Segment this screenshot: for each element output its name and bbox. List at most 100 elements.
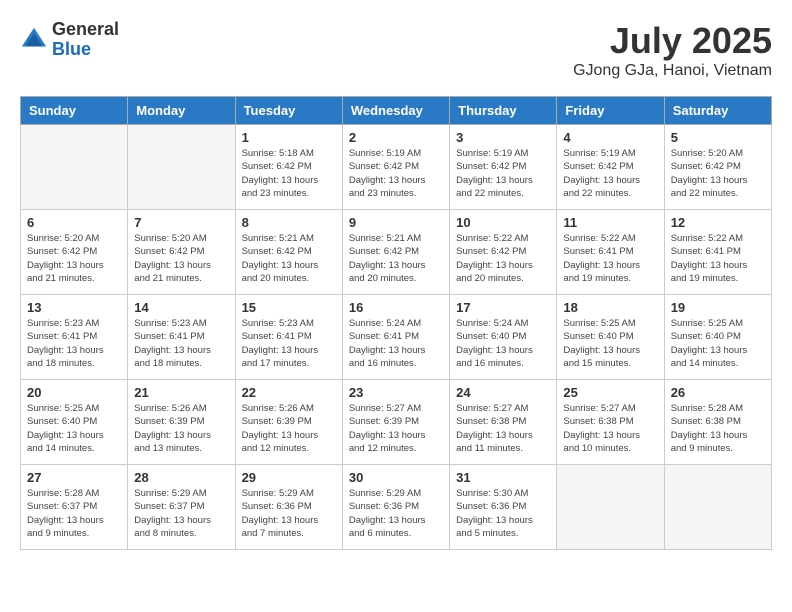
day-info: Sunrise: 5:26 AMSunset: 6:39 PMDaylight:… <box>242 402 336 455</box>
calendar-cell-2-1: 6 Sunrise: 5:20 AMSunset: 6:42 PMDaylight… <box>21 210 128 295</box>
page-header: General Blue July 2025 GJong GJa, Hanoi,… <box>20 20 772 80</box>
week-row-1: 1 Sunrise: 5:18 AMSunset: 6:42 PMDaylight… <box>21 125 772 210</box>
day-number: 3 <box>456 130 550 145</box>
day-number: 30 <box>349 470 443 485</box>
calendar-cell-3-6: 18 Sunrise: 5:25 AMSunset: 6:40 PMDayligh… <box>557 295 664 380</box>
day-info: Sunrise: 5:20 AMSunset: 6:42 PMDaylight:… <box>27 232 121 285</box>
day-number: 10 <box>456 215 550 230</box>
calendar-cell-5-7 <box>664 465 771 550</box>
day-number: 16 <box>349 300 443 315</box>
day-number: 29 <box>242 470 336 485</box>
title-area: July 2025 GJong GJa, Hanoi, Vietnam <box>573 20 772 80</box>
day-number: 1 <box>242 130 336 145</box>
day-info: Sunrise: 5:29 AMSunset: 6:37 PMDaylight:… <box>134 487 228 540</box>
calendar-cell-5-1: 27 Sunrise: 5:28 AMSunset: 6:37 PMDayligh… <box>21 465 128 550</box>
calendar-cell-4-7: 26 Sunrise: 5:28 AMSunset: 6:38 PMDayligh… <box>664 380 771 465</box>
day-info: Sunrise: 5:26 AMSunset: 6:39 PMDaylight:… <box>134 402 228 455</box>
day-number: 6 <box>27 215 121 230</box>
calendar-cell-4-3: 22Sunrise: 5:26 AMSunset: 6:39 PMDayligh… <box>235 380 342 465</box>
day-info: Sunrise: 5:22 AMSunset: 6:41 PMDaylight:… <box>563 232 657 285</box>
day-info: Sunrise: 5:19 AMSunset: 6:42 PMDaylight:… <box>456 147 550 200</box>
day-info: Sunrise: 5:29 AMSunset: 6:36 PMDaylight:… <box>242 487 336 540</box>
day-info: Sunrise: 5:20 AMSunset: 6:42 PMDaylight:… <box>134 232 228 285</box>
location: GJong GJa, Hanoi, Vietnam <box>573 62 772 80</box>
day-info: Sunrise: 5:30 AMSunset: 6:36 PMDaylight:… <box>456 487 550 540</box>
month-year: July 2025 <box>573 20 772 62</box>
day-info: Sunrise: 5:24 AMSunset: 6:40 PMDaylight:… <box>456 317 550 370</box>
day-number: 2 <box>349 130 443 145</box>
weekday-header-row: SundayMondayTuesdayWednesdayThursdayFrid… <box>21 97 772 125</box>
calendar-cell-5-4: 30 Sunrise: 5:29 AMSunset: 6:36 PMDayligh… <box>342 465 449 550</box>
calendar-cell-4-2: 21Sunrise: 5:26 AMSunset: 6:39 PMDayligh… <box>128 380 235 465</box>
day-number: 12 <box>671 215 765 230</box>
logo-blue-text: Blue <box>52 39 91 59</box>
day-info: Sunrise: 5:28 AMSunset: 6:37 PMDaylight:… <box>27 487 121 540</box>
calendar-cell-4-6: 25 Sunrise: 5:27 AMSunset: 6:38 PMDayligh… <box>557 380 664 465</box>
day-number: 19 <box>671 300 765 315</box>
day-info: Sunrise: 5:19 AMSunset: 6:42 PMDaylight:… <box>349 147 443 200</box>
weekday-header-wednesday: Wednesday <box>342 97 449 125</box>
calendar-cell-1-2 <box>128 125 235 210</box>
logo-general-text: General <box>52 19 119 39</box>
calendar-cell-2-6: 11 Sunrise: 5:22 AMSunset: 6:41 PMDayligh… <box>557 210 664 295</box>
day-info: Sunrise: 5:27 AMSunset: 6:38 PMDaylight:… <box>456 402 550 455</box>
day-info: Sunrise: 5:23 AMSunset: 6:41 PMDaylight:… <box>27 317 121 370</box>
weekday-header-thursday: Thursday <box>450 97 557 125</box>
day-number: 4 <box>563 130 657 145</box>
calendar-cell-3-2: 14 Sunrise: 5:23 AMSunset: 6:41 PMDayligh… <box>128 295 235 380</box>
calendar-cell-5-3: 29 Sunrise: 5:29 AMSunset: 6:36 PMDayligh… <box>235 465 342 550</box>
calendar-cell-4-5: 24 Sunrise: 5:27 AMSunset: 6:38 PMDayligh… <box>450 380 557 465</box>
weekday-header-sunday: Sunday <box>21 97 128 125</box>
day-info: Sunrise: 5:27 AMSunset: 6:38 PMDaylight:… <box>563 402 657 455</box>
day-number: 8 <box>242 215 336 230</box>
day-info: Sunrise: 5:22 AMSunset: 6:41 PMDaylight:… <box>671 232 765 285</box>
day-number: 27 <box>27 470 121 485</box>
day-info: Sunrise: 5:21 AMSunset: 6:42 PMDaylight:… <box>349 232 443 285</box>
calendar-cell-2-4: 9 Sunrise: 5:21 AMSunset: 6:42 PMDaylight… <box>342 210 449 295</box>
day-number: 5 <box>671 130 765 145</box>
day-number: 18 <box>563 300 657 315</box>
day-number: 11 <box>563 215 657 230</box>
weekday-header-monday: Monday <box>128 97 235 125</box>
day-info: Sunrise: 5:23 AMSunset: 6:41 PMDaylight:… <box>134 317 228 370</box>
logo-icon <box>20 26 48 54</box>
day-number: 9 <box>349 215 443 230</box>
calendar-cell-5-6 <box>557 465 664 550</box>
day-number: 17 <box>456 300 550 315</box>
day-info: Sunrise: 5:25 AMSunset: 6:40 PMDaylight:… <box>563 317 657 370</box>
day-number: 25 <box>563 385 657 400</box>
day-info: Sunrise: 5:22 AMSunset: 6:42 PMDaylight:… <box>456 232 550 285</box>
day-number: 24 <box>456 385 550 400</box>
calendar-cell-2-7: 12 Sunrise: 5:22 AMSunset: 6:41 PMDayligh… <box>664 210 771 295</box>
day-number: 15 <box>242 300 336 315</box>
calendar-cell-3-7: 19 Sunrise: 5:25 AMSunset: 6:40 PMDayligh… <box>664 295 771 380</box>
calendar-cell-3-3: 15Sunrise: 5:23 AMSunset: 6:41 PMDayligh… <box>235 295 342 380</box>
day-info: Sunrise: 5:27 AMSunset: 6:39 PMDaylight:… <box>349 402 443 455</box>
day-info: Sunrise: 5:28 AMSunset: 6:38 PMDaylight:… <box>671 402 765 455</box>
calendar-cell-1-1 <box>21 125 128 210</box>
day-info: Sunrise: 5:25 AMSunset: 6:40 PMDaylight:… <box>671 317 765 370</box>
day-number: 14 <box>134 300 228 315</box>
calendar-cell-1-5: 3 Sunrise: 5:19 AMSunset: 6:42 PMDaylight… <box>450 125 557 210</box>
day-info: Sunrise: 5:29 AMSunset: 6:36 PMDaylight:… <box>349 487 443 540</box>
day-number: 7 <box>134 215 228 230</box>
day-info: Sunrise: 5:24 AMSunset: 6:41 PMDaylight:… <box>349 317 443 370</box>
week-row-3: 13Sunrise: 5:23 AMSunset: 6:41 PMDayligh… <box>21 295 772 380</box>
calendar-cell-1-6: 4Sunrise: 5:19 AMSunset: 6:42 PMDaylight… <box>557 125 664 210</box>
calendar-cell-2-2: 7 Sunrise: 5:20 AMSunset: 6:42 PMDaylight… <box>128 210 235 295</box>
day-number: 26 <box>671 385 765 400</box>
week-row-5: 27 Sunrise: 5:28 AMSunset: 6:37 PMDayligh… <box>21 465 772 550</box>
calendar-table: SundayMondayTuesdayWednesdayThursdayFrid… <box>20 96 772 550</box>
calendar-cell-2-5: 10 Sunrise: 5:22 AMSunset: 6:42 PMDayligh… <box>450 210 557 295</box>
week-row-4: 20Sunrise: 5:25 AMSunset: 6:40 PMDayligh… <box>21 380 772 465</box>
day-info: Sunrise: 5:18 AMSunset: 6:42 PMDaylight:… <box>242 147 336 200</box>
weekday-header-tuesday: Tuesday <box>235 97 342 125</box>
weekday-header-saturday: Saturday <box>664 97 771 125</box>
calendar-cell-1-4: 2 Sunrise: 5:19 AMSunset: 6:42 PMDaylight… <box>342 125 449 210</box>
calendar-cell-3-1: 13Sunrise: 5:23 AMSunset: 6:41 PMDayligh… <box>21 295 128 380</box>
day-number: 20 <box>27 385 121 400</box>
day-info: Sunrise: 5:20 AMSunset: 6:42 PMDaylight:… <box>671 147 765 200</box>
calendar-cell-1-3: 1 Sunrise: 5:18 AMSunset: 6:42 PMDaylight… <box>235 125 342 210</box>
calendar-cell-2-3: 8Sunrise: 5:21 AMSunset: 6:42 PMDaylight… <box>235 210 342 295</box>
calendar-cell-5-2: 28Sunrise: 5:29 AMSunset: 6:37 PMDayligh… <box>128 465 235 550</box>
